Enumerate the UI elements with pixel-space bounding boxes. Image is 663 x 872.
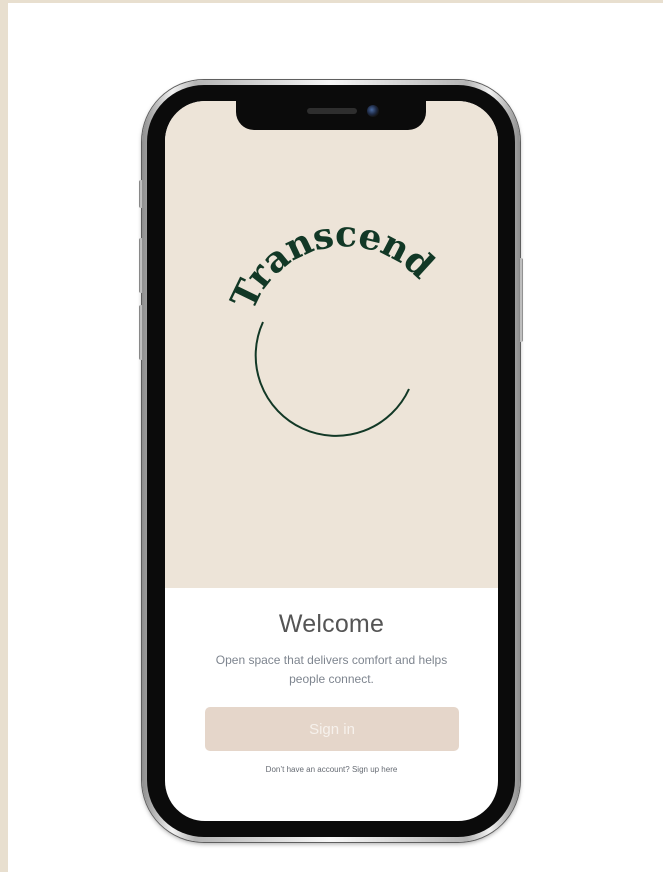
logo-text: Transcend [223,213,442,316]
welcome-title: Welcome [278,610,385,638]
logo-circle [254,321,410,437]
sign-in-button[interactable]: Sign in [205,707,459,751]
subtitle-line-2: people connect. [289,672,374,686]
welcome-subtitle: Open space that delivers comfort and hel… [196,651,467,689]
sign-up-link[interactable]: Don’t have an account? Sign up here [165,765,498,774]
subtitle-line-1: Open space that delivers comfort and hel… [215,653,448,667]
